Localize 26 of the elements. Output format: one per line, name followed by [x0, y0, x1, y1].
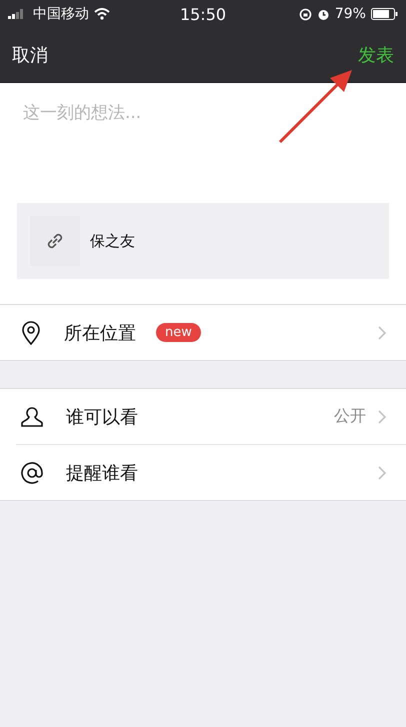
at-sign-icon: [20, 460, 44, 484]
chevron-icon: [378, 326, 386, 340]
new-badge: new: [156, 323, 201, 342]
publish-button[interactable]: 发表: [346, 37, 406, 73]
settings-row[interactable]: 提醒谁看: [16, 444, 406, 500]
chevron-icon: [378, 466, 386, 480]
chevron-icon: [378, 410, 386, 424]
settings-row[interactable]: 所在位置 new: [0, 305, 406, 360]
location-pin-icon: [20, 320, 42, 344]
clock-time: 15:50: [180, 4, 226, 24]
settings-row[interactable]: 谁可以看 公开: [0, 389, 406, 444]
row-label: 所在位置: [64, 322, 136, 344]
wifi-icon: [94, 8, 110, 20]
battery-percent: 79%: [334, 6, 366, 22]
alarm-icon: [316, 8, 330, 20]
row-label: 谁可以看: [66, 406, 138, 428]
row-value: 公开: [334, 406, 366, 427]
carrier-name: 中国移动: [33, 5, 89, 23]
rotation-lock-icon: [298, 8, 312, 20]
link-card[interactable]: 保之友: [17, 203, 389, 279]
battery-icon: [370, 8, 398, 20]
person-icon: [20, 406, 44, 428]
compose-panel[interactable]: 这一刻的想法... 保之友: [0, 83, 406, 304]
cancel-button[interactable]: 取消: [0, 37, 60, 73]
row-label: 提醒谁看: [66, 462, 138, 484]
link-title: 保之友: [90, 232, 135, 250]
